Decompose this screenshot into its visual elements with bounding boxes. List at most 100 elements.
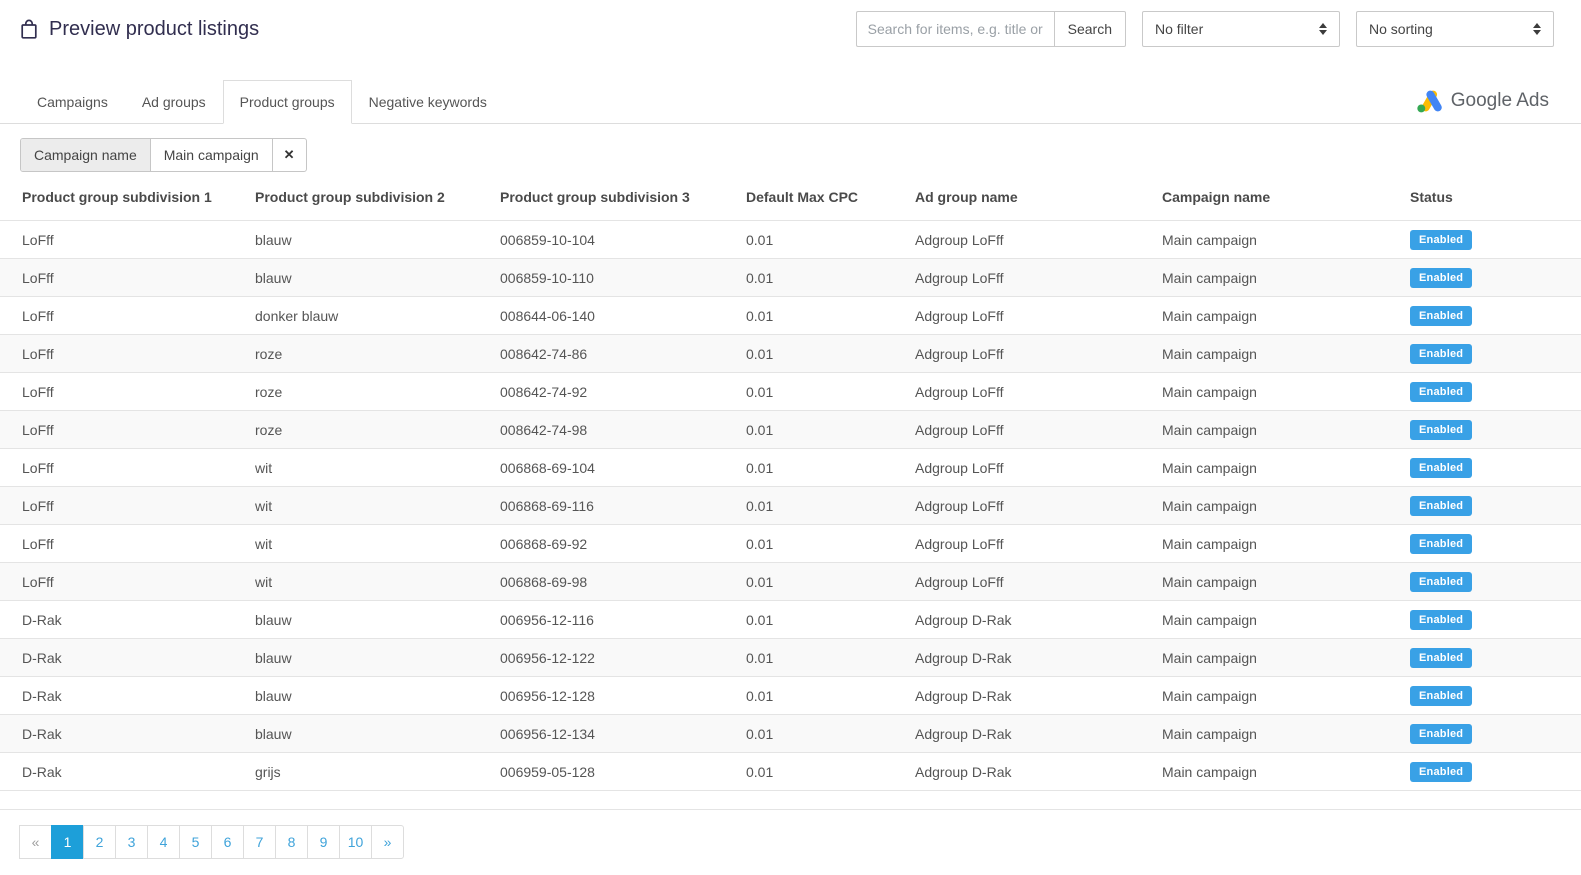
cell-subdivision-2: wit (233, 563, 478, 601)
table-row: LoFff roze 008642-74-86 0.01 Adgroup LoF… (0, 335, 1581, 373)
page-button[interactable]: 10 (339, 825, 372, 859)
page-button[interactable]: 6 (211, 825, 244, 859)
cell-subdivision-1: LoFff (0, 335, 233, 373)
table-row: D-Rak blauw 006956-12-134 0.01 Adgroup D… (0, 715, 1581, 753)
table-row: D-Rak blauw 006956-12-122 0.01 Adgroup D… (0, 639, 1581, 677)
chip-value: Main campaign (151, 139, 273, 171)
cell-campaign-name: Main campaign (1140, 373, 1388, 411)
cell-status: Enabled (1388, 335, 1581, 373)
cell-status: Enabled (1388, 639, 1581, 677)
page-button[interactable]: 7 (243, 825, 276, 859)
sorting-select[interactable]: No sorting (1356, 11, 1554, 47)
cell-default-max-cpc: 0.01 (724, 525, 893, 563)
table-row: LoFff roze 008642-74-92 0.01 Adgroup LoF… (0, 373, 1581, 411)
cell-default-max-cpc: 0.01 (724, 449, 893, 487)
status-badge: Enabled (1410, 268, 1472, 288)
brand-name: Google Ads (1451, 90, 1549, 112)
status-badge: Enabled (1410, 382, 1472, 402)
status-badge: Enabled (1410, 344, 1472, 364)
cell-subdivision-3: 006956-12-128 (478, 677, 724, 715)
cell-subdivision-3: 008642-74-92 (478, 373, 724, 411)
cell-ad-group-name: Adgroup D-Rak (893, 639, 1140, 677)
cell-subdivision-3: 006868-69-116 (478, 487, 724, 525)
status-badge: Enabled (1410, 610, 1472, 630)
cell-campaign-name: Main campaign (1140, 487, 1388, 525)
status-badge: Enabled (1410, 762, 1472, 782)
up-down-arrows-icon (1319, 23, 1327, 35)
cell-ad-group-name: Adgroup LoFff (893, 221, 1140, 259)
page-button[interactable]: 9 (307, 825, 340, 859)
cell-subdivision-1: D-Rak (0, 753, 233, 791)
filter-select-value: No filter (1155, 21, 1203, 37)
cell-ad-group-name: Adgroup LoFff (893, 259, 1140, 297)
table-row: LoFff blauw 006859-10-110 0.01 Adgroup L… (0, 259, 1581, 297)
cell-default-max-cpc: 0.01 (724, 297, 893, 335)
cell-subdivision-2: wit (233, 449, 478, 487)
chip-close-button[interactable]: ✕ (273, 139, 306, 171)
product-groups-table: Product group subdivision 1Product group… (0, 174, 1581, 791)
cell-campaign-name: Main campaign (1140, 677, 1388, 715)
cell-campaign-name: Main campaign (1140, 259, 1388, 297)
cell-campaign-name: Main campaign (1140, 715, 1388, 753)
page-button[interactable]: 4 (147, 825, 180, 859)
page-button[interactable]: 3 (115, 825, 148, 859)
page-button[interactable]: » (371, 825, 404, 859)
table-header-row: Product group subdivision 1Product group… (0, 174, 1581, 221)
page-button[interactable]: 1 (51, 825, 84, 859)
cell-subdivision-3: 006956-12-116 (478, 601, 724, 639)
cell-ad-group-name: Adgroup LoFff (893, 335, 1140, 373)
cell-campaign-name: Main campaign (1140, 297, 1388, 335)
cell-ad-group-name: Adgroup D-Rak (893, 715, 1140, 753)
cell-subdivision-3: 006959-05-128 (478, 753, 724, 791)
cell-subdivision-3: 006859-10-110 (478, 259, 724, 297)
cell-campaign-name: Main campaign (1140, 563, 1388, 601)
cell-status: Enabled (1388, 449, 1581, 487)
sorting-select-value: No sorting (1369, 21, 1433, 37)
cell-subdivision-1: D-Rak (0, 677, 233, 715)
cell-subdivision-1: D-Rak (0, 715, 233, 753)
table-row: LoFff wit 006868-69-116 0.01 Adgroup LoF… (0, 487, 1581, 525)
cell-default-max-cpc: 0.01 (724, 335, 893, 373)
cell-campaign-name: Main campaign (1140, 753, 1388, 791)
tab[interactable]: Negative keywords (352, 80, 504, 124)
page-button[interactable]: 2 (83, 825, 116, 859)
status-badge: Enabled (1410, 306, 1472, 326)
cell-subdivision-3: 006956-12-134 (478, 715, 724, 753)
cell-campaign-name: Main campaign (1140, 335, 1388, 373)
cell-campaign-name: Main campaign (1140, 525, 1388, 563)
table-row: LoFff donker blauw 008644-06-140 0.01 Ad… (0, 297, 1581, 335)
search-button[interactable]: Search (1054, 11, 1126, 47)
cell-status: Enabled (1388, 487, 1581, 525)
cell-subdivision-3: 008642-74-98 (478, 411, 724, 449)
cell-subdivision-1: LoFff (0, 525, 233, 563)
page-button[interactable]: « (19, 825, 52, 859)
tab[interactable]: Ad groups (125, 80, 223, 124)
tab[interactable]: Campaigns (20, 80, 125, 124)
cell-subdivision-2: wit (233, 525, 478, 563)
filter-select[interactable]: No filter (1142, 11, 1340, 47)
status-badge: Enabled (1410, 458, 1472, 478)
pagination: « 1 2 3 4 5 6 7 8 9 10 » (20, 825, 404, 859)
tab[interactable]: Product groups (223, 80, 352, 124)
page-button[interactable]: 8 (275, 825, 308, 859)
cell-subdivision-2: blauw (233, 639, 478, 677)
status-badge: Enabled (1410, 572, 1472, 592)
chip-field-label: Campaign name (21, 139, 151, 171)
cell-default-max-cpc: 0.01 (724, 221, 893, 259)
cell-default-max-cpc: 0.01 (724, 411, 893, 449)
cell-default-max-cpc: 0.01 (724, 601, 893, 639)
table-row: LoFff wit 006868-69-104 0.01 Adgroup LoF… (0, 449, 1581, 487)
page-button[interactable]: 5 (179, 825, 212, 859)
cell-default-max-cpc: 0.01 (724, 715, 893, 753)
cell-ad-group-name: Adgroup D-Rak (893, 753, 1140, 791)
cell-subdivision-2: donker blauw (233, 297, 478, 335)
cell-status: Enabled (1388, 677, 1581, 715)
tabs: Campaigns Ad groups Product groups Negat… (20, 80, 1561, 123)
search-input[interactable] (856, 11, 1054, 47)
cell-subdivision-2: blauw (233, 715, 478, 753)
cell-subdivision-3: 008644-06-140 (478, 297, 724, 335)
cell-subdivision-1: LoFff (0, 221, 233, 259)
cell-subdivision-1: LoFff (0, 297, 233, 335)
cell-subdivision-3: 006859-10-104 (478, 221, 724, 259)
cell-status: Enabled (1388, 601, 1581, 639)
